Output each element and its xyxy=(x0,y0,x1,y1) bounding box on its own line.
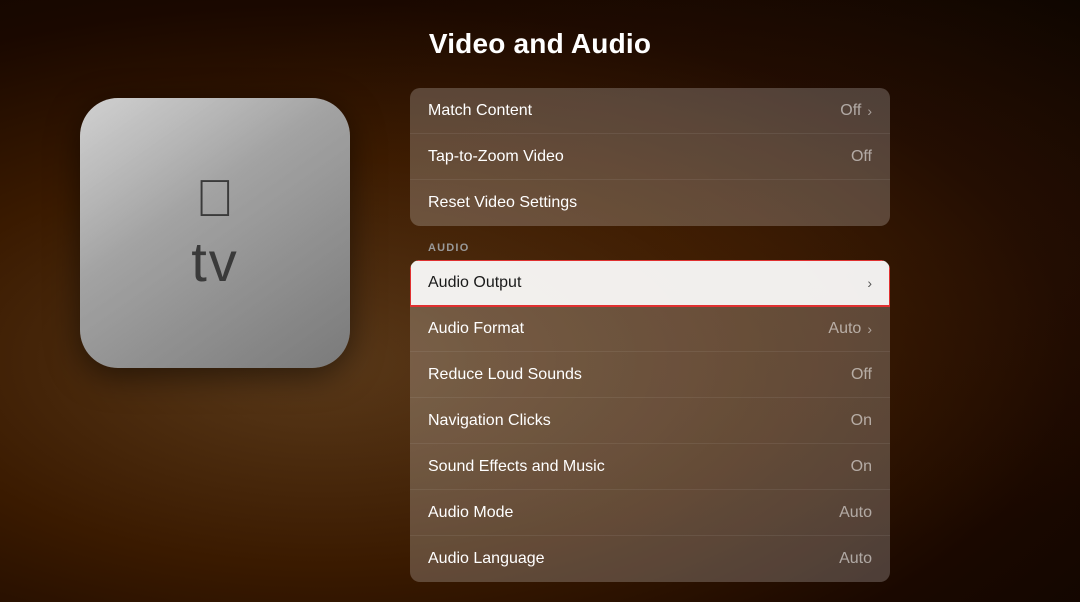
match-content-value: Off › xyxy=(840,102,872,120)
tap-zoom-value: Off xyxy=(851,148,872,166)
audio-language-label: Audio Language xyxy=(428,550,545,568)
apple-tv-graphic:  tv xyxy=(80,98,350,368)
nav-clicks-value: On xyxy=(851,412,872,430)
video-settings-group: Match Content Off › Tap-to-Zoom Video Of… xyxy=(410,88,890,226)
setting-row-audio-output[interactable]: Audio Output › xyxy=(410,260,890,306)
audio-format-label: Audio Format xyxy=(428,320,524,338)
sound-effects-label: Sound Effects and Music xyxy=(428,458,605,476)
nav-clicks-label: Navigation Clicks xyxy=(428,412,551,430)
audio-output-label: Audio Output xyxy=(428,274,521,292)
audio-format-value: Auto › xyxy=(828,320,872,338)
audio-format-chevron: › xyxy=(867,321,872,337)
setting-row-audio-format[interactable]: Audio Format Auto › xyxy=(410,306,890,352)
audio-output-chevron: › xyxy=(867,275,872,291)
audio-mode-value: Auto xyxy=(839,504,872,522)
audio-language-value: Auto xyxy=(839,550,872,568)
setting-row-audio-language[interactable]: Audio Language Auto xyxy=(410,536,890,582)
audio-settings-group: Audio Output › Audio Format Auto › Reduc… xyxy=(410,260,890,582)
audio-output-chevron-area: › xyxy=(867,275,872,291)
setting-row-tap-zoom[interactable]: Tap-to-Zoom Video Off xyxy=(410,134,890,180)
match-content-label: Match Content xyxy=(428,102,532,120)
sound-effects-value: On xyxy=(851,458,872,476)
audio-section-label: AUDIO xyxy=(410,230,890,260)
setting-row-audio-mode[interactable]: Audio Mode Auto xyxy=(410,490,890,536)
setting-row-nav-clicks[interactable]: Navigation Clicks On xyxy=(410,398,890,444)
page-title: Video and Audio xyxy=(429,28,651,60)
page-content: Video and Audio  tv Match Content Off ›… xyxy=(0,0,1080,602)
setting-row-reduce-loud[interactable]: Reduce Loud Sounds Off xyxy=(410,352,890,398)
match-content-chevron: › xyxy=(867,103,872,119)
setting-row-sound-effects[interactable]: Sound Effects and Music On xyxy=(410,444,890,490)
main-area:  tv Match Content Off › Tap-to-Zoom Vid… xyxy=(0,88,1080,586)
reset-video-label: Reset Video Settings xyxy=(428,194,577,212)
settings-list: Match Content Off › Tap-to-Zoom Video Of… xyxy=(410,88,890,586)
setting-row-reset-video[interactable]: Reset Video Settings xyxy=(410,180,890,226)
tap-zoom-label: Tap-to-Zoom Video xyxy=(428,148,564,166)
reduce-loud-value: Off xyxy=(851,366,872,384)
setting-row-match-content[interactable]: Match Content Off › xyxy=(410,88,890,134)
tv-label: tv xyxy=(191,229,239,294)
apple-logo-icon:  xyxy=(196,173,235,225)
audio-mode-label: Audio Mode xyxy=(428,504,513,522)
reduce-loud-label: Reduce Loud Sounds xyxy=(428,366,582,384)
